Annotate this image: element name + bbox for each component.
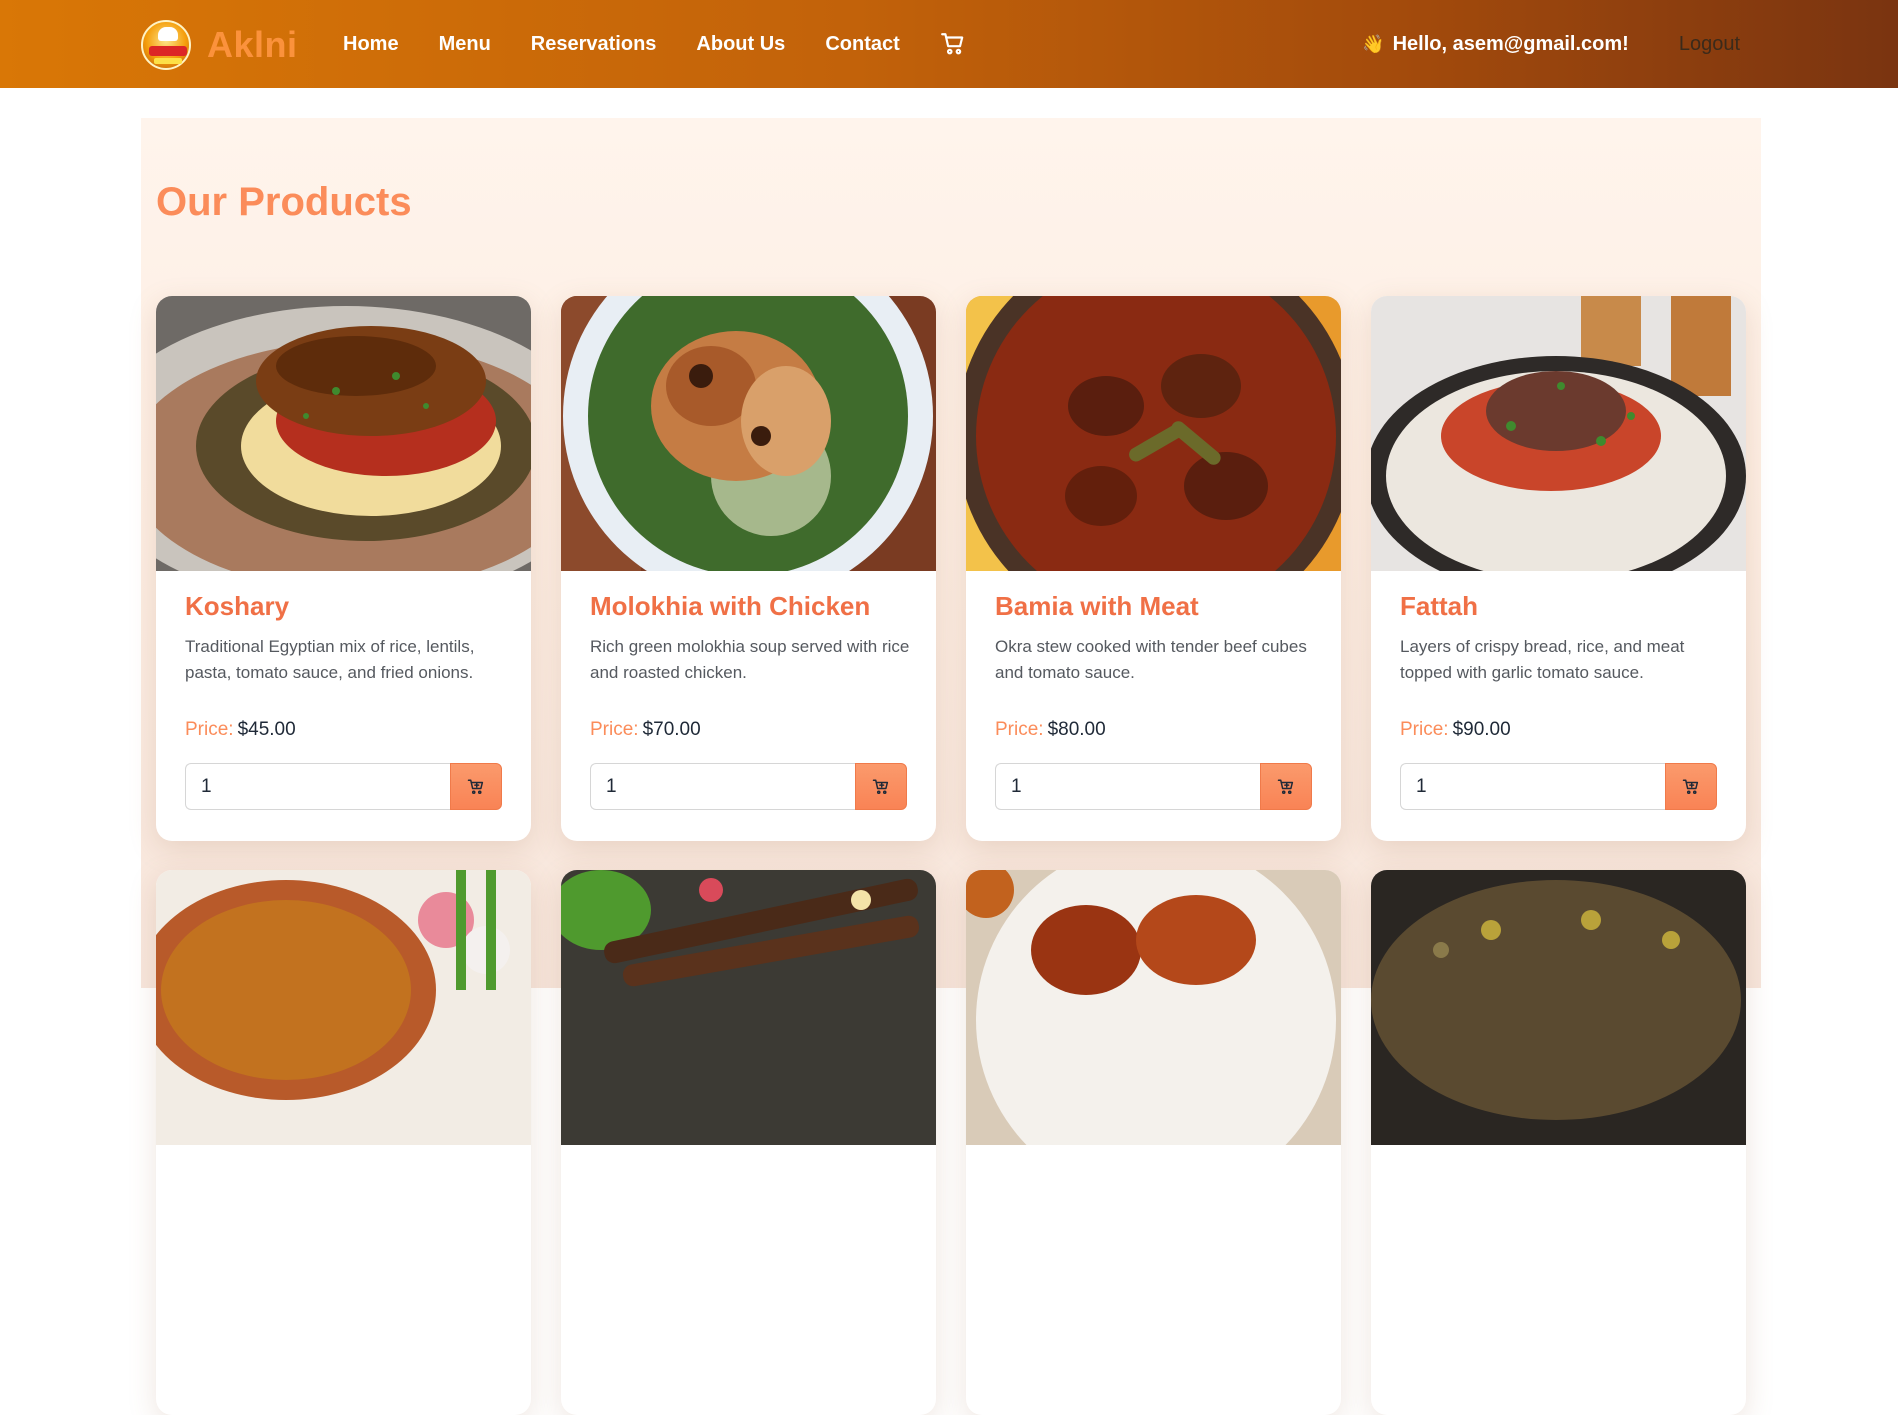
logout-button[interactable]: Logout [1679, 33, 1740, 56]
product-price: Price: $70.00 [590, 719, 701, 741]
price-label: Price: [185, 719, 234, 740]
price-label: Price: [590, 719, 639, 740]
card-body: Fattah Layers of crispy bread, rice, and… [1400, 591, 1720, 686]
molokhia-image [561, 296, 936, 571]
section-title: Our Products [156, 180, 412, 224]
quantity-input[interactable] [185, 763, 450, 810]
product-card: Fattah Layers of crispy bread, rice, and… [1371, 296, 1746, 841]
top-navbar: Aklni Home Menu Reservations About Us Co… [0, 0, 1898, 88]
price-value: $90.00 [1452, 719, 1511, 740]
product-image [966, 870, 1341, 1145]
product-name: Fattah [1400, 591, 1478, 621]
product-description: Traditional Egyptian mix of rice, lentil… [185, 637, 475, 682]
add-to-cart-row [185, 763, 502, 810]
price-label: Price: [1400, 719, 1449, 740]
product-card [156, 870, 531, 1415]
shopping-cart-icon[interactable] [940, 31, 966, 57]
product-image [156, 870, 531, 1145]
card-body: Bamia with Meat Okra stew cooked with te… [995, 591, 1315, 686]
quantity-input[interactable] [1400, 763, 1665, 810]
nav-links: Home Menu Reservations About Us Contact [343, 0, 966, 88]
restaurant-logo-icon [141, 20, 191, 70]
koshary-image [156, 296, 531, 571]
product-description: Rich green molokhia soup served with ric… [590, 637, 910, 682]
nav-menu-link[interactable]: Menu [439, 33, 491, 56]
product-name: Molokhia with Chicken [590, 591, 871, 621]
product-name: Bamia with Meat [995, 591, 1199, 621]
add-to-cart-row [995, 763, 1312, 810]
quantity-input[interactable] [995, 763, 1260, 810]
user-greeting: 👋 Hello, asem@gmail.com! [1362, 33, 1629, 56]
product-description: Okra stew cooked with tender beef cubes … [995, 637, 1307, 682]
greeting-text: Hello, asem@gmail.com! [1392, 32, 1629, 55]
brand[interactable]: Aklni [141, 20, 298, 70]
product-image [1371, 870, 1746, 1145]
products-section: Our Products Koshary Traditional Egyptia… [141, 118, 1761, 1415]
nav-about-link[interactable]: About Us [696, 33, 785, 56]
nav-reservations-link[interactable]: Reservations [531, 33, 657, 56]
cart-plus-icon [872, 779, 889, 794]
product-card: Koshary Traditional Egyptian mix of rice… [156, 296, 531, 841]
product-description: Layers of crispy bread, rice, and meat t… [1400, 637, 1685, 682]
card-body: Molokhia with Chicken Rich green molokhi… [590, 591, 910, 686]
fattah-image [1371, 296, 1746, 571]
price-value: $45.00 [237, 719, 296, 740]
price-label: Price: [995, 719, 1044, 740]
add-to-cart-button[interactable] [1260, 763, 1312, 810]
price-value: $70.00 [642, 719, 701, 740]
product-price: Price: $80.00 [995, 719, 1106, 741]
add-to-cart-button[interactable] [1665, 763, 1717, 810]
product-card [966, 870, 1341, 1415]
quantity-input[interactable] [590, 763, 855, 810]
cart-plus-icon [1682, 779, 1699, 794]
product-card [1371, 870, 1746, 1415]
product-card [561, 870, 936, 1415]
card-body: Koshary Traditional Egyptian mix of rice… [185, 591, 505, 686]
cart-plus-icon [467, 779, 484, 794]
nav-contact-link[interactable]: Contact [825, 33, 899, 56]
add-to-cart-button[interactable] [450, 763, 502, 810]
product-name: Koshary [185, 591, 290, 621]
cart-plus-icon [1277, 779, 1294, 794]
price-value: $80.00 [1047, 719, 1106, 740]
add-to-cart-button[interactable] [855, 763, 907, 810]
product-price: Price: $45.00 [185, 719, 296, 741]
nav-user-area: 👋 Hello, asem@gmail.com! Logout [1362, 0, 1740, 88]
waving-hand-icon: 👋 [1362, 33, 1385, 54]
nav-home-link[interactable]: Home [343, 33, 399, 56]
bamia-image [966, 296, 1341, 571]
product-price: Price: $90.00 [1400, 719, 1511, 741]
add-to-cart-row [1400, 763, 1717, 810]
product-image [561, 870, 936, 1145]
product-card: Molokhia with Chicken Rich green molokhi… [561, 296, 936, 841]
product-card: Bamia with Meat Okra stew cooked with te… [966, 296, 1341, 841]
add-to-cart-row [590, 763, 907, 810]
brand-name: Aklni [207, 24, 298, 65]
